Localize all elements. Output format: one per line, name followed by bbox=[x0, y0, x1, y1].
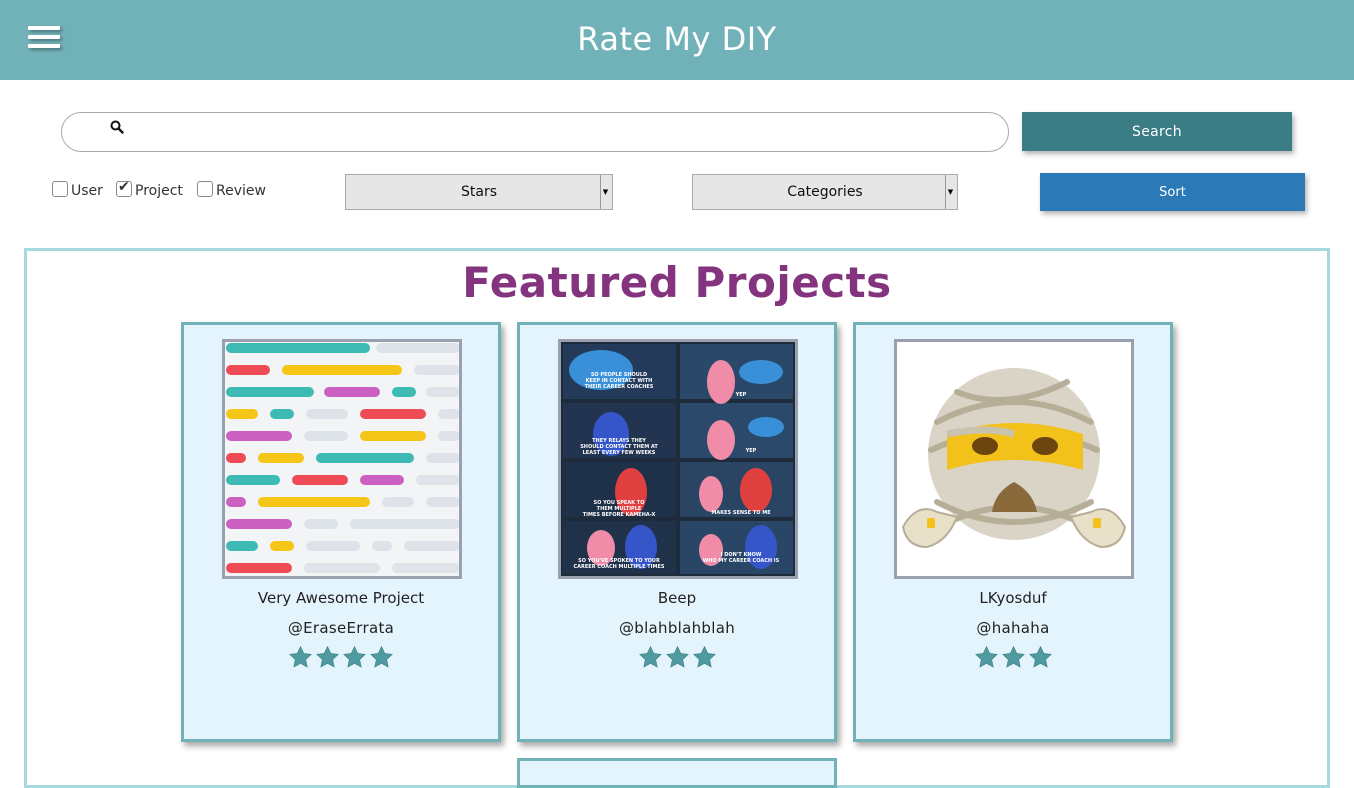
project-username[interactable]: @hahaha bbox=[856, 619, 1170, 637]
star-rating bbox=[520, 645, 834, 674]
project-thumbnail[interactable] bbox=[894, 339, 1134, 579]
search-icon bbox=[110, 120, 124, 134]
user-checkbox[interactable] bbox=[52, 181, 68, 197]
project-card[interactable]: Very Awesome Project @EraseErrata bbox=[181, 322, 501, 742]
svg-text:CAREER COACH MULTIPLE TIMES: CAREER COACH MULTIPLE TIMES bbox=[574, 564, 665, 570]
project-name[interactable]: Beep bbox=[520, 589, 834, 607]
code-lines-thumbnail bbox=[225, 342, 459, 576]
filter-project[interactable]: Project bbox=[116, 179, 183, 202]
project-card[interactable]: LKyosduf @hahaha bbox=[853, 322, 1173, 742]
stars-select[interactable]: Stars ▼ bbox=[345, 174, 613, 210]
meme-comic-thumbnail: SO PEOPLE SHOULDKEEP IN CONTACT WITHTHEI… bbox=[561, 342, 795, 576]
filter-user-label: User bbox=[71, 183, 103, 199]
review-checkbox[interactable] bbox=[197, 181, 213, 197]
project-checkbox[interactable] bbox=[116, 179, 132, 197]
categories-select-value: Categories bbox=[787, 184, 863, 200]
svg-text:THEIR CAREER COACHES: THEIR CAREER COACHES bbox=[585, 384, 654, 390]
star-rating bbox=[856, 645, 1170, 674]
featured-title: Featured Projects bbox=[462, 258, 892, 307]
project-thumbnail[interactable] bbox=[222, 339, 462, 579]
filter-user[interactable]: User bbox=[52, 180, 103, 202]
star-icon bbox=[692, 645, 716, 668]
project-thumbnail[interactable]: SO PEOPLE SHOULD KEEP IN CONTACT WITH THEI… bbox=[558, 339, 798, 579]
chevron-down-icon: ▼ bbox=[600, 175, 610, 209]
star-icon bbox=[370, 645, 393, 668]
mummy-emoji-thumbnail bbox=[897, 342, 1131, 576]
star-icon bbox=[638, 645, 662, 668]
project-username[interactable]: @blahblahblah bbox=[520, 619, 834, 637]
sort-button[interactable]: Sort bbox=[1040, 173, 1305, 211]
star-rating bbox=[184, 645, 498, 674]
filter-project-label: Project bbox=[135, 183, 183, 199]
star-icon bbox=[1001, 645, 1025, 668]
filter-review[interactable]: Review bbox=[197, 180, 266, 202]
project-name[interactable]: LKyosduf bbox=[856, 589, 1170, 607]
top-header: Rate My DIY bbox=[0, 0, 1354, 80]
app-title: Rate My DIY bbox=[577, 20, 777, 58]
search-button[interactable]: Search bbox=[1022, 112, 1292, 151]
svg-text:WHO MY CAREER COACH IS: WHO MY CAREER COACH IS bbox=[703, 558, 780, 564]
chevron-down-icon: ▼ bbox=[945, 175, 955, 209]
filter-review-label: Review bbox=[216, 183, 266, 199]
star-icon bbox=[665, 645, 689, 668]
star-icon bbox=[343, 645, 366, 668]
svg-text:LEAST EVERY FEW WEEKS: LEAST EVERY FEW WEEKS bbox=[583, 450, 656, 456]
search-box bbox=[61, 112, 1009, 152]
project-name[interactable]: Very Awesome Project bbox=[184, 589, 498, 607]
stars-select-value: Stars bbox=[460, 184, 497, 200]
search-input[interactable] bbox=[134, 119, 994, 145]
svg-text:YEP: YEP bbox=[745, 448, 757, 454]
project-card[interactable] bbox=[517, 758, 837, 788]
svg-text:TIMES BEFORE KAMEHA-X: TIMES BEFORE KAMEHA-X bbox=[583, 512, 656, 518]
svg-text:YEP: YEP bbox=[735, 392, 747, 398]
svg-text:MAKES SENSE TO ME: MAKES SENSE TO ME bbox=[711, 510, 771, 516]
categories-select[interactable]: Categories ▼ bbox=[692, 174, 958, 210]
project-card[interactable]: SO PEOPLE SHOULD KEEP IN CONTACT WITH THEI… bbox=[517, 322, 837, 742]
star-icon bbox=[1028, 645, 1052, 668]
star-icon bbox=[316, 645, 339, 668]
star-icon bbox=[974, 645, 998, 668]
project-username[interactable]: @EraseErrata bbox=[184, 619, 498, 637]
star-icon bbox=[289, 645, 312, 668]
